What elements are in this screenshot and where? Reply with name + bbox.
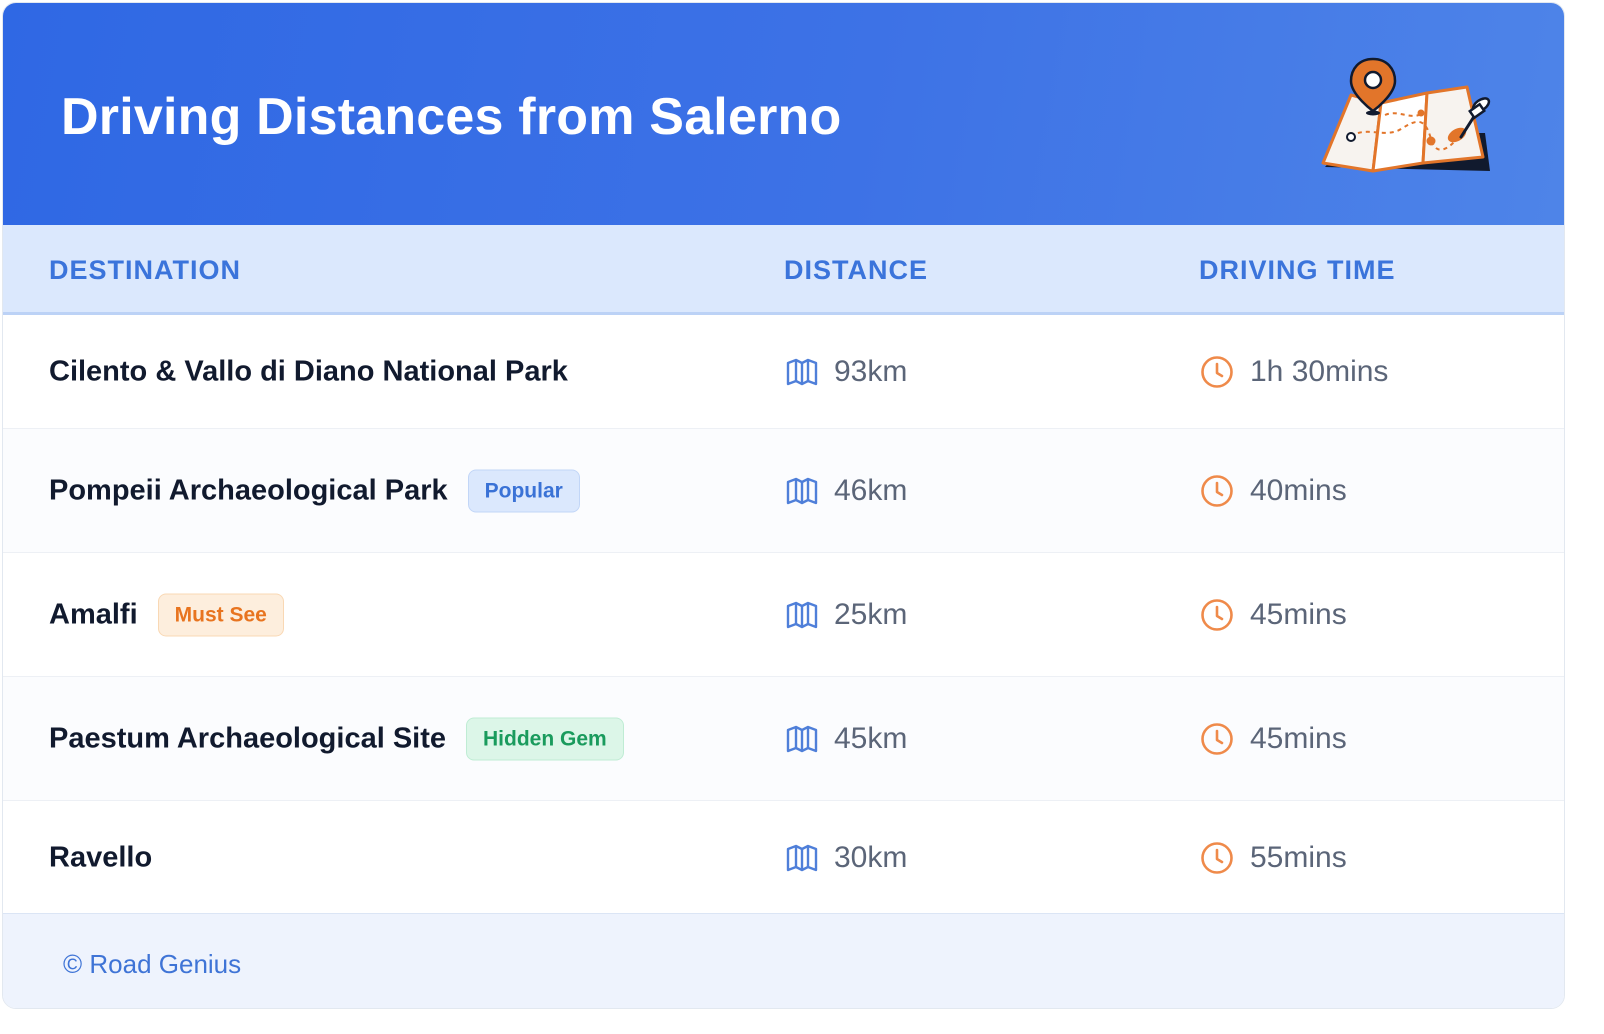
status-badge: Hidden Gem — [466, 717, 624, 760]
map-icon — [786, 601, 818, 629]
distance-cell: 46km — [786, 474, 907, 508]
driving-time-value: 55mins — [1250, 840, 1347, 874]
status-badge: Must See — [157, 593, 284, 636]
destination-cell: Cilento & Vallo di Diano National Park — [49, 355, 568, 388]
map-with-pin-icon — [1321, 57, 1491, 173]
destination-name: Paestum Archaeological Site — [49, 722, 447, 754]
driving-time-cell: 55mins — [1200, 841, 1347, 875]
distance-value: 45km — [834, 721, 908, 755]
driving-time-value: 40mins — [1250, 473, 1347, 507]
destination-cell: Ravello — [49, 841, 152, 874]
distance-value: 46km — [834, 473, 908, 507]
table-body: Cilento & Vallo di Diano National Park 93… — [3, 315, 1564, 915]
clock-icon — [1200, 722, 1234, 756]
distance-cell: 25km — [786, 598, 907, 632]
map-icon — [786, 725, 818, 753]
driving-time-value: 45mins — [1250, 721, 1347, 755]
page-title: Driving Distances from Salerno — [61, 88, 842, 146]
distance-card: Driving Distances from Salerno DESTINATI… — [2, 2, 1565, 1009]
table-row: Pompeii Archaeological Park Popular 46km 40… — [3, 429, 1564, 553]
clock-icon — [1200, 841, 1234, 875]
distance-value: 30km — [834, 840, 908, 874]
copyright-text: © Road Genius — [63, 949, 242, 979]
map-icon — [786, 477, 818, 505]
distance-cell: 45km — [786, 722, 907, 756]
distance-value: 25km — [834, 597, 908, 631]
map-icon — [786, 844, 818, 872]
distance-value: 93km — [834, 354, 908, 388]
destination-cell: Pompeii Archaeological Park Popular — [49, 469, 580, 512]
clock-icon — [1200, 355, 1234, 389]
card-header: Driving Distances from Salerno — [3, 3, 1564, 225]
card-footer: © Road Genius — [3, 913, 1564, 1008]
driving-time-cell: 45mins — [1200, 722, 1347, 756]
destination-cell: Amalfi Must See — [49, 593, 284, 636]
destination-name: Cilento & Vallo di Diano National Park — [49, 355, 568, 387]
driving-time-value: 1h 30mins — [1250, 354, 1389, 388]
column-header-destination: DESTINATION — [49, 255, 241, 285]
destination-cell: Paestum Archaeological Site Hidden Gem — [49, 717, 624, 760]
destination-name: Amalfi — [49, 598, 138, 630]
driving-time-cell: 45mins — [1200, 598, 1347, 632]
table-header: DESTINATION DISTANCE DRIVING TIME — [3, 225, 1564, 315]
table-row: Ravello 30km 55mins — [3, 801, 1564, 915]
map-icon — [786, 358, 818, 386]
status-badge: Popular — [467, 469, 580, 512]
clock-icon — [1200, 598, 1234, 632]
driving-time-cell: 1h 30mins — [1200, 355, 1388, 389]
distance-cell: 93km — [786, 355, 907, 389]
table-row: Amalfi Must See 25km 45mins — [3, 553, 1564, 677]
table-row: Cilento & Vallo di Diano National Park 93… — [3, 315, 1564, 429]
table-row: Paestum Archaeological Site Hidden Gem 45k… — [3, 677, 1564, 801]
driving-time-value: 45mins — [1250, 597, 1347, 631]
destination-name: Pompeii Archaeological Park — [49, 474, 448, 506]
destination-name: Ravello — [49, 841, 153, 873]
column-header-driving-time: DRIVING TIME — [1199, 255, 1396, 285]
distance-cell: 30km — [786, 841, 907, 875]
column-header-distance: DISTANCE — [784, 255, 929, 285]
clock-icon — [1200, 474, 1234, 508]
driving-time-cell: 40mins — [1200, 474, 1347, 508]
